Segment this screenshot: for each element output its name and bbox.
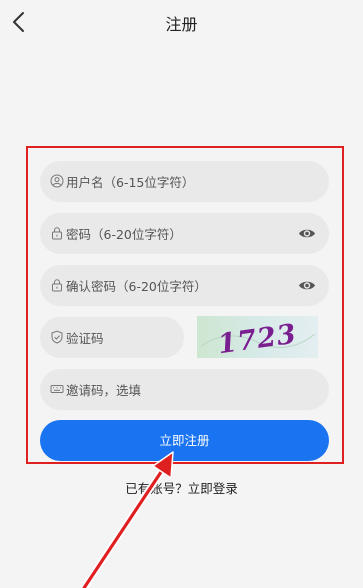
top-bar: 注册 — [0, 0, 363, 44]
invite-code-field[interactable]: 邀请码，选填 — [40, 369, 329, 410]
captcha-image[interactable]: 1723 — [197, 316, 318, 358]
shield-check-icon — [51, 330, 63, 344]
page-title: 注册 — [165, 15, 198, 34]
password-placeholder: 密码（6-20位字符） — [66, 227, 182, 242]
confirm-password-field[interactable]: 确认密码（6-20位字符） — [40, 265, 329, 306]
login-prompt: 已有账号？立即登录 — [0, 478, 363, 497]
eye-icon[interactable] — [298, 277, 316, 294]
password-field[interactable]: 密码（6-20位字符） — [40, 213, 329, 254]
register-button[interactable]: 立即注册 — [40, 420, 329, 461]
user-icon — [50, 174, 64, 188]
username-placeholder: 用户名（6-15位字符） — [66, 175, 195, 190]
captcha-field[interactable]: 验证码 — [40, 317, 184, 358]
lock-icon — [52, 227, 62, 240]
login-link[interactable]: 立即登录 — [188, 481, 238, 496]
confirm-password-placeholder: 确认密码（6-20位字符） — [66, 279, 207, 294]
has-account-text: 已有账号？ — [125, 481, 188, 496]
keyboard-icon — [50, 385, 64, 393]
captcha-placeholder: 验证码 — [66, 331, 104, 346]
invite-code-placeholder: 邀请码，选填 — [66, 383, 142, 398]
lock-icon — [52, 279, 62, 292]
username-field[interactable]: 用户名（6-15位字符） — [40, 161, 329, 202]
eye-icon[interactable] — [298, 225, 316, 242]
